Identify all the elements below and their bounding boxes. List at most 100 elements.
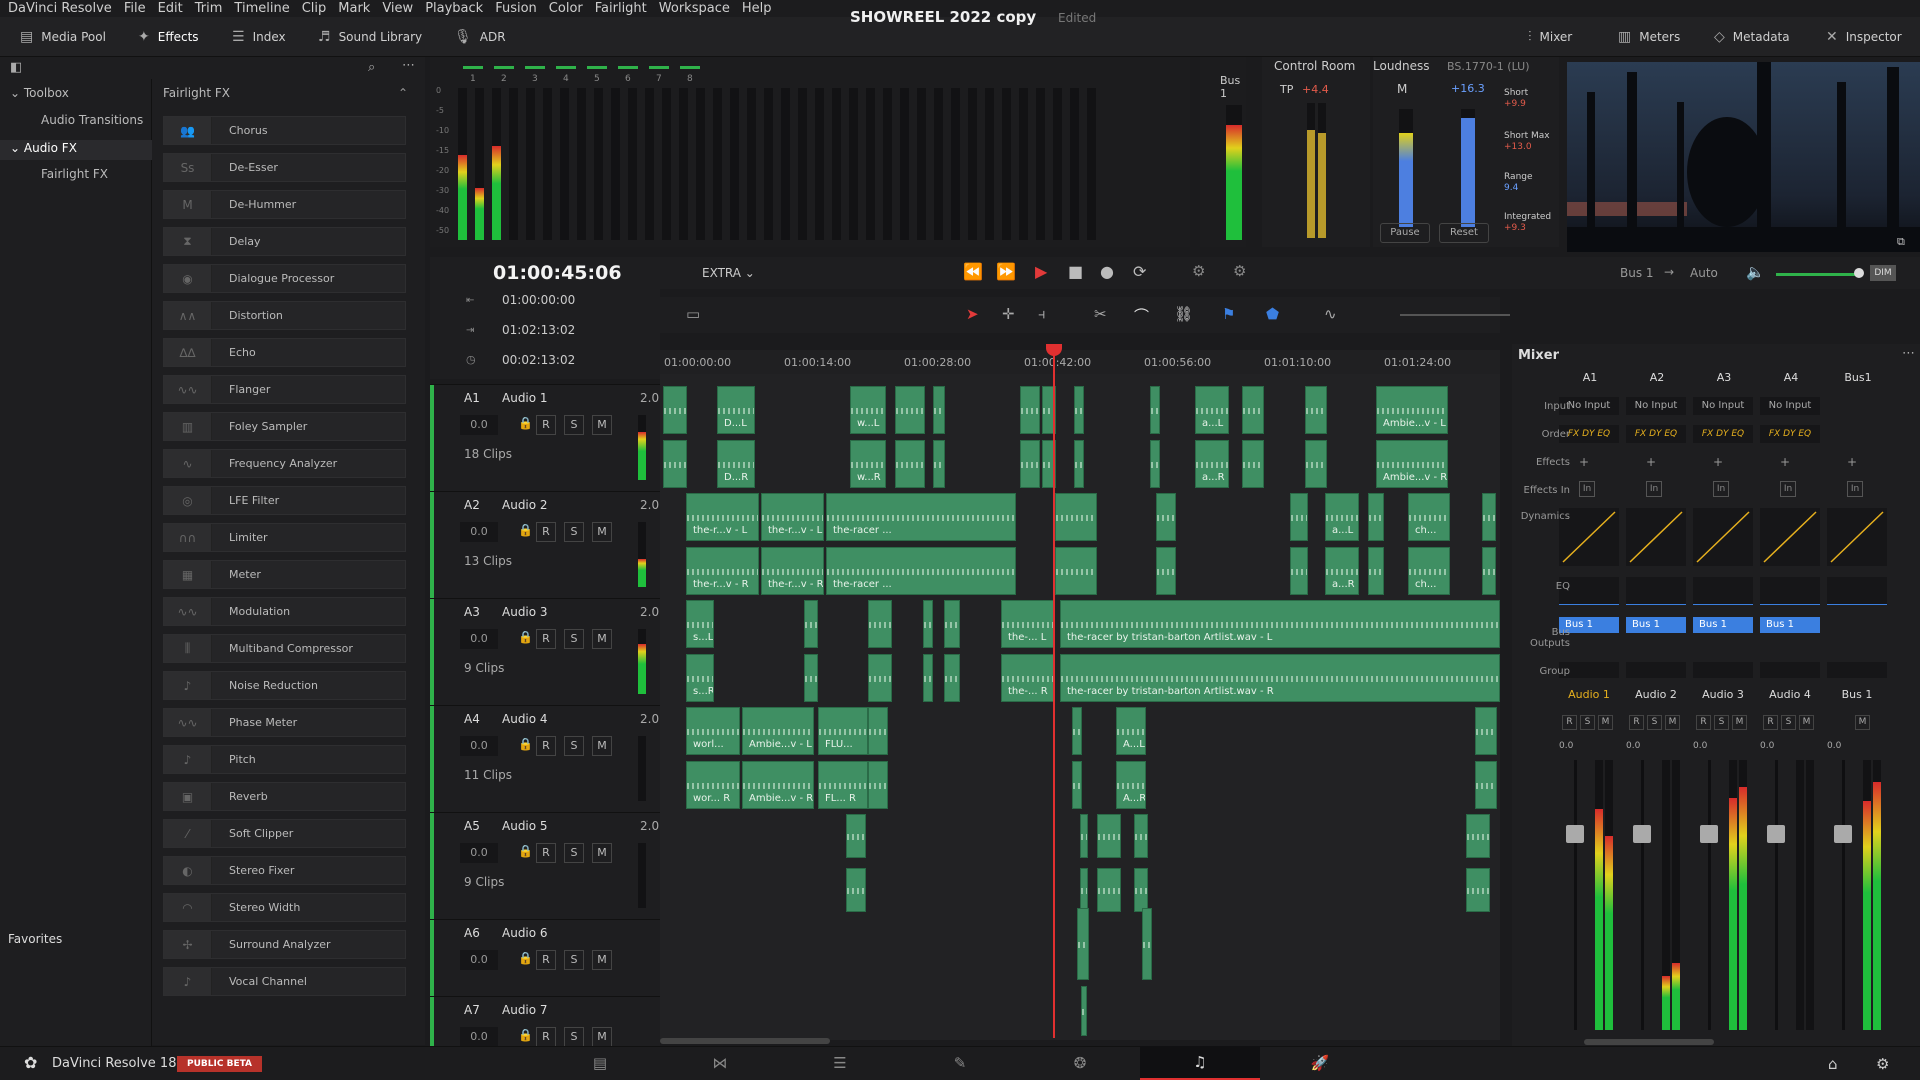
audio-clip[interactable] (1055, 547, 1097, 595)
record-arm-button[interactable]: R (536, 1027, 556, 1047)
record-arm-button[interactable]: R (536, 950, 556, 970)
mixer-order-button[interactable]: FX DY EQ (1626, 425, 1686, 443)
record-arm-button[interactable]: R (536, 629, 556, 649)
audio-clip[interactable] (1072, 761, 1082, 809)
track-header-a3[interactable]: A3 Audio 3 2.0 0.0 🔒 R S M 9 Clips (430, 598, 660, 705)
audio-clip[interactable] (1368, 493, 1384, 541)
audio-clip[interactable]: the-racer ... (826, 547, 1016, 595)
audio-clip[interactable] (1482, 547, 1496, 595)
audio-clip[interactable] (1305, 440, 1327, 488)
audio-clip[interactable] (944, 654, 960, 702)
mixer-order-button[interactable]: FX DY EQ (1693, 425, 1753, 443)
audio-clip[interactable]: Ambie...v - L (742, 707, 814, 755)
flag-icon[interactable]: ⚑ (1222, 305, 1235, 323)
link-icon[interactable]: ⛓ (1174, 305, 1193, 323)
track-header-a2[interactable]: A2 Audio 2 2.0 0.0 🔒 R S M 13 Clips (430, 491, 660, 598)
record-arm-button[interactable]: R (536, 415, 556, 435)
record-arm-button[interactable]: R (536, 736, 556, 756)
audio-clip[interactable]: s...L (686, 600, 714, 648)
audio-clip[interactable]: a...R (1195, 440, 1229, 488)
audio-clip[interactable] (1305, 386, 1327, 434)
mixer-fader-knob[interactable] (1834, 825, 1852, 843)
fx-item-noise-reduction[interactable]: ♪ Noise Reduction (163, 671, 406, 700)
mixer-effects-in-icon[interactable]: In (1847, 481, 1863, 497)
track-header-a4[interactable]: A4 Audio 4 2.0 0.0 🔒 R S M 11 Clips (430, 705, 660, 812)
audio-clip[interactable]: the-racer by tristan-barton Artlist.wav … (1060, 654, 1500, 702)
mixer-bus-output[interactable]: Bus 1 (1626, 617, 1686, 633)
track-name[interactable]: Audio 4 (502, 712, 548, 726)
solo-button[interactable]: S (564, 522, 584, 542)
solo-button[interactable]: S (564, 629, 584, 649)
media-pool-button[interactable]: ▤ Media Pool (20, 17, 106, 57)
menu-timeline[interactable]: Timeline (234, 1, 289, 16)
waveform-zoom-icon[interactable]: ∿ (1324, 305, 1337, 323)
audio-clip[interactable] (1150, 440, 1160, 488)
mute-button[interactable]: M (1598, 715, 1613, 730)
mixer-eq-graph[interactable] (1626, 577, 1686, 605)
lock-icon[interactable]: 🔒 (518, 523, 533, 537)
cut-page-icon[interactable]: ⋈ (660, 1046, 780, 1080)
audio-clip[interactable] (1142, 908, 1152, 980)
audio-clip[interactable] (804, 600, 818, 648)
fx-item-foley-sampler[interactable]: ▥ Foley Sampler (163, 412, 406, 441)
timecode-mode-select[interactable]: EXTRA ⌄ (702, 266, 755, 280)
track-name[interactable]: Audio 2 (502, 498, 548, 512)
audio-clip[interactable] (1290, 493, 1308, 541)
audio-clip[interactable] (868, 600, 892, 648)
panel-toggle-icon[interactable]: ◧ (10, 60, 22, 75)
audio-clip[interactable] (868, 707, 888, 755)
solo-button[interactable]: S (1647, 715, 1662, 730)
mixer-effects-add-icon[interactable]: + (1646, 455, 1656, 469)
audio-clip[interactable] (1074, 440, 1084, 488)
track-header-a7[interactable]: A7 Audio 7 0.0 🔒 R S M (430, 996, 660, 1047)
mixer-bus-output[interactable]: Bus 1 (1760, 617, 1820, 633)
track-name[interactable]: Audio 7 (502, 1003, 548, 1017)
fx-item-surround-analyzer[interactable]: ✢ Surround Analyzer (163, 930, 406, 959)
mute-button[interactable]: M (592, 629, 612, 649)
audio-clip[interactable] (1020, 386, 1040, 434)
audio-clip[interactable] (1475, 707, 1497, 755)
audio-clip[interactable]: a...L (1325, 493, 1359, 541)
mixer-effects-add-icon[interactable]: + (1713, 455, 1723, 469)
mixer-dynamics-graph[interactable] (1626, 508, 1686, 566)
audio-clip[interactable] (895, 386, 925, 434)
more-options-icon[interactable]: ⋯ (402, 58, 415, 73)
mute-button[interactable]: M (1732, 715, 1747, 730)
menu-edit[interactable]: Edit (158, 1, 183, 16)
audio-clip[interactable] (804, 654, 818, 702)
audio-clip[interactable] (1134, 814, 1148, 858)
track-volume-field[interactable]: 0.0 (460, 843, 498, 863)
audio-clip[interactable] (1055, 493, 1097, 541)
audio-clip[interactable]: the-... L (1001, 600, 1055, 648)
mute-button[interactable]: M (1665, 715, 1680, 730)
pause-button[interactable]: Pause (1380, 223, 1430, 243)
audio-clip[interactable] (923, 600, 933, 648)
lock-icon[interactable]: 🔒 (518, 737, 533, 751)
lock-icon[interactable]: 🔒 (518, 844, 533, 858)
audio-clip[interactable]: the-racer ... (826, 493, 1016, 541)
audio-clip[interactable]: the-r...v - R (761, 547, 824, 595)
menu-view[interactable]: View (382, 1, 413, 16)
track-name[interactable]: Audio 6 (502, 926, 548, 940)
fx-item-frequency-analyzer[interactable]: ∿ Frequency Analyzer (163, 449, 406, 478)
audio-clip[interactable]: FL... R (818, 761, 868, 809)
audio-clip[interactable] (1074, 386, 1084, 434)
audio-clip[interactable]: D...R (717, 440, 755, 488)
audio-clip[interactable] (933, 440, 945, 488)
fx-item-reverb[interactable]: ▣ Reverb (163, 782, 406, 811)
track-header-a5[interactable]: A5 Audio 5 2.0 0.0 🔒 R S M 9 Clips (430, 812, 660, 919)
menu-fairlight[interactable]: Fairlight (595, 1, 647, 16)
audio-clip[interactable] (1242, 440, 1264, 488)
media-page-icon[interactable]: ▤ (540, 1046, 660, 1080)
track-name[interactable]: Audio 5 (502, 819, 548, 833)
mixer-dynamics-graph[interactable] (1760, 508, 1820, 566)
audio-fx-node[interactable]: ⌄ Audio FX (0, 140, 152, 160)
track-volume-field[interactable]: 0.0 (460, 1027, 498, 1047)
mute-button[interactable]: M (592, 415, 612, 435)
track-name[interactable]: Audio 1 (502, 391, 548, 405)
audio-clip[interactable] (923, 654, 933, 702)
audio-clip[interactable] (1080, 814, 1088, 858)
waveform-zoom-slider[interactable] (1400, 314, 1510, 316)
fx-item-soft-clipper[interactable]: ⁄ Soft Clipper (163, 819, 406, 848)
fx-item-delay[interactable]: ⧗ Delay (163, 227, 406, 256)
